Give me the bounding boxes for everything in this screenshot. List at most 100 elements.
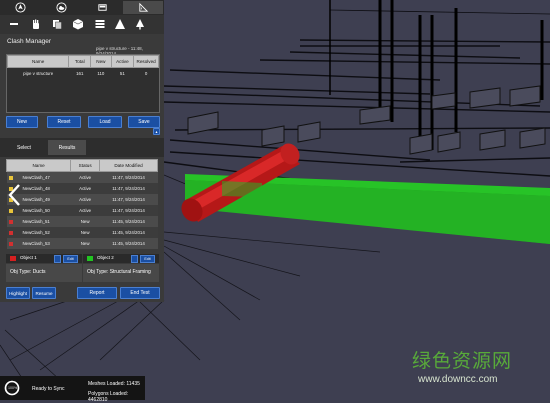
clash-date-cell: 11:45, 9/24/2014 [112, 230, 145, 235]
clash-date-cell: 11:45, 9/24/2014 [112, 219, 145, 224]
clash-date-cell: 11:45, 9/24/2014 [112, 241, 145, 246]
clash-date-cell: 11:47, 9/24/2014 [112, 197, 145, 202]
clash-status-marker-icon [8, 175, 13, 180]
new-button[interactable]: New [6, 116, 38, 128]
object2-options-button[interactable] [131, 255, 138, 263]
summary-cell: 110 [97, 71, 105, 76]
clash-list-header-row: Name Status Date Modified [6, 159, 158, 172]
clash-list-header-cell[interactable]: Name [6, 159, 72, 172]
resume-button[interactable]: Resume [32, 287, 56, 299]
report-button[interactable]: Report [77, 287, 117, 299]
tool-copy[interactable] [51, 18, 63, 30]
save-button[interactable]: Save [128, 116, 160, 128]
sync-status-text: Ready to Sync [32, 386, 65, 392]
measure-icon [138, 2, 148, 12]
object1-edit-button[interactable]: Edit [63, 255, 78, 263]
clash-status-cell: Active [79, 175, 92, 180]
object1-options-button[interactable] [54, 255, 61, 263]
reset-button[interactable]: Reset [47, 116, 81, 128]
clash-list-header-cell[interactable]: Date Modified [99, 159, 158, 172]
clash-list-row[interactable]: NewClash_48 Active 11:47, 9/24/2014 [6, 183, 158, 194]
expand-button[interactable]: ▴ [153, 128, 160, 135]
clash-status-marker-icon [8, 208, 13, 213]
summary-table: Name Total New Active Resolved pipe v struct… [6, 55, 159, 80]
clash-name-text: NewClash_51 [22, 219, 50, 224]
summary-header-row: Name Total New Active Resolved [6, 55, 159, 68]
clash-date-cell: 11:47, 9/24/2014 [112, 208, 145, 213]
clash-status-cell: New [80, 241, 90, 246]
tool-hand[interactable] [30, 18, 42, 30]
clash-date-cell: 11:47, 9/24/2014 [112, 175, 145, 180]
clash-list-row[interactable]: NewClash_53 New 11:45, 9/24/2014 [6, 238, 158, 249]
panel-title: Clash Manager [7, 38, 52, 45]
clash-name-cell: NewClash_51 [7, 216, 71, 227]
object1-color-swatch[interactable] [10, 256, 16, 261]
object2-type-text: Obj Type: Structural Framing [87, 269, 151, 275]
summary-header-cell[interactable]: Name [6, 55, 70, 68]
object1-type-text: Obj Type: Ducts [10, 269, 46, 275]
clash-list-container: Name Status Date Modified NewClash_47 Activ… [6, 159, 158, 252]
summary-cell: 0 [144, 71, 148, 76]
top-tab-bar [0, 0, 164, 15]
clash-status-cell: New [80, 230, 90, 235]
tool-minus[interactable] [8, 18, 20, 30]
sync-progress-text: 100% [8, 386, 18, 390]
clash-status-marker-icon [8, 230, 13, 235]
object2-edit-button[interactable]: Edit [140, 255, 155, 263]
clash-list-row[interactable]: NewClash_49 Active 11:47, 9/24/2014 [6, 194, 158, 205]
measure-tab[interactable] [123, 1, 163, 14]
polygons-loaded-text: Polygons Loaded: 4462810 [88, 391, 129, 403]
tool-tree[interactable] [134, 18, 146, 30]
clash-list-row[interactable]: NewClash_52 New 11:45, 9/24/2014 [6, 227, 158, 238]
clash-status-marker-icon [8, 219, 13, 224]
clash-status-cell: Active [79, 197, 92, 202]
clash-list-header-cell[interactable]: Status [70, 159, 101, 172]
object1-row: Object 1 Edit [6, 254, 82, 263]
minus-icon [10, 23, 18, 25]
load-button[interactable]: Load [88, 116, 122, 128]
navigation-icon [14, 2, 26, 13]
clash-name-text: NewClash_47 [22, 175, 50, 180]
tool-layers[interactable] [94, 18, 106, 30]
object2-color-swatch[interactable] [87, 256, 93, 261]
navigation-tab[interactable] [0, 1, 40, 14]
summary-table-container: Name Total New Active Resolved pipe v struct… [6, 54, 160, 113]
model-icon [97, 4, 107, 11]
meshes-loaded-text: Meshes Loaded: 11435 [88, 381, 140, 387]
summary-row[interactable]: pipe v structure 161 110 51 0 [8, 68, 159, 80]
summary-header-cell[interactable]: Total [68, 55, 92, 68]
summary-header-cell[interactable]: New [90, 55, 112, 68]
clash-status-marker-icon [8, 241, 13, 246]
end-test-button[interactable]: End Test [120, 287, 160, 299]
clash-date-cell: 11:47, 9/24/2014 [112, 186, 145, 191]
tool-cube[interactable] [72, 18, 84, 30]
clash-list-row[interactable]: NewClash_47 Active 11:47, 9/24/2014 [6, 171, 158, 183]
expand-icon: ▴ [155, 129, 158, 134]
summary-cell: pipe v structure [23, 71, 54, 76]
clash-list-row[interactable]: NewClash_51 New 11:45, 9/24/2014 [6, 216, 158, 227]
clash-status-cell: New [80, 219, 90, 224]
tab-results[interactable]: Results [48, 140, 86, 155]
summary-header-cell[interactable]: Active [110, 55, 135, 68]
clash-list-row[interactable]: NewClash_50 Active 11:47, 9/24/2014 [6, 205, 158, 216]
status-bar: 100% Ready to Sync Meshes Loaded: 11435 … [0, 376, 145, 403]
watermark-url: www.downcc.com [418, 374, 498, 385]
highlight-button[interactable]: Highlight [6, 287, 30, 299]
collapse-panel-chevron-icon[interactable] [7, 183, 21, 207]
cloud-tab[interactable] [41, 1, 81, 14]
clash-name-text: NewClash_53 [22, 241, 50, 246]
clash-status-cell: Active [79, 186, 92, 191]
tool-cone[interactable] [114, 18, 126, 30]
object1-type: Obj Type: Ducts [6, 264, 82, 282]
clash-manager-panel: Clash Manager pipe v structure - 11:48, … [0, 0, 164, 302]
clash-name-text: NewClash_49 [22, 197, 50, 202]
tab-select[interactable]: Select [0, 140, 48, 155]
clash-name-text: NewClash_48 [22, 186, 50, 191]
summary-header-cell[interactable]: Resolved [133, 55, 159, 68]
tab-row: Select Results [0, 138, 164, 157]
cloud-icon [55, 2, 67, 13]
watermark-text: 绿色资源网 [412, 351, 513, 372]
object2-row: Object 2 Edit [83, 254, 159, 263]
hand-icon [33, 19, 39, 29]
model-tab[interactable] [82, 1, 122, 14]
